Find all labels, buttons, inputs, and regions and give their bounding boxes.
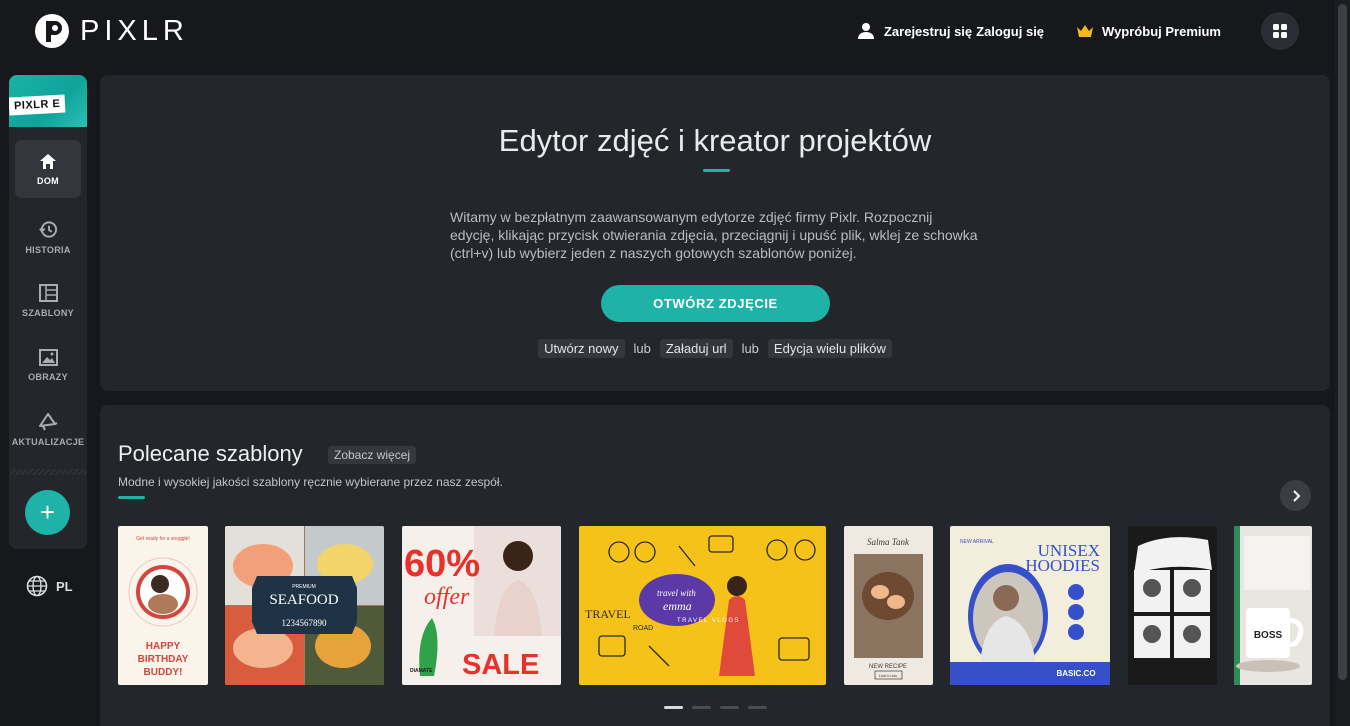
subtitle-underline	[118, 496, 145, 499]
carousel-dot[interactable]	[664, 706, 683, 709]
sidebar-item-images[interactable]: OBRAZY	[15, 336, 81, 394]
template-card-collage[interactable]	[1128, 526, 1217, 685]
svg-text:TRAVEL: TRAVEL	[585, 607, 631, 621]
load-url-link[interactable]: Załaduj url	[659, 339, 733, 358]
svg-text:ROAD: ROAD	[633, 625, 653, 632]
template-card-travel[interactable]: TRAVEL ROAD travel with emma TRAVEL VLOG…	[579, 526, 826, 685]
carousel-dot[interactable]	[720, 706, 739, 709]
template-card-seafood[interactable]: PREMIUM SEAFOOD 1234567890	[225, 526, 384, 685]
carousel-next-button[interactable]	[1280, 480, 1311, 511]
template-thumbnail: BOSS	[1234, 526, 1310, 685]
sidebar-item-templates[interactable]: SZABLONY	[15, 272, 81, 330]
template-thumbnail	[1134, 537, 1212, 658]
template-thumbnail: 60% offer SALE DIAMATE	[404, 526, 561, 681]
svg-text:PREMIUM: PREMIUM	[292, 584, 316, 590]
svg-text:1234567890: 1234567890	[282, 618, 328, 628]
carousel-pagination	[664, 706, 776, 709]
svg-text:BUDDY!: BUDDY!	[144, 667, 183, 678]
pixlr-logo[interactable]: PIXLR	[34, 13, 189, 49]
apps-grid-icon	[1273, 24, 1287, 38]
image-icon	[38, 348, 58, 366]
sidebar-item-updates[interactable]: AKTUALIZACJE	[12, 400, 84, 458]
user-icon	[857, 23, 874, 39]
sidebar-item-label: SZABLONY	[22, 308, 74, 318]
svg-text:SALE: SALE	[462, 649, 539, 681]
templates-title: Polecane szablony	[118, 441, 303, 466]
create-new-link[interactable]: Utwórz nowy	[538, 339, 625, 358]
template-card-birthday[interactable]: Get ready for a snuggle! HAPPY BIRTHDAY …	[118, 526, 208, 685]
hero-description: Witamy w bezpłatnym zaawansowanym edytor…	[450, 209, 978, 261]
add-new-button[interactable]: +	[25, 490, 70, 535]
sidebar-item-label: HISTORIA	[25, 244, 71, 255]
svg-text:NEW RECIPE: NEW RECIPE	[869, 664, 907, 670]
batch-edit-link[interactable]: Edycja wielu plików	[767, 339, 892, 358]
svg-text:BASIC.CO: BASIC.CO	[1056, 669, 1095, 678]
templates-icon	[38, 284, 58, 302]
svg-text:travel with: travel with	[657, 588, 696, 598]
premium-label: Wypróbuj Premium	[1102, 23, 1221, 39]
carousel-dot[interactable]	[692, 706, 711, 709]
plus-icon: +	[39, 497, 56, 527]
template-card-mug[interactable]: BOSS	[1234, 526, 1312, 685]
page-title: Edytor zdjęć i kreator projektów	[498, 123, 932, 158]
sidebar-divider	[9, 469, 87, 475]
scrollbar-thumb[interactable]	[1338, 4, 1347, 680]
svg-text:emma: emma	[663, 599, 692, 613]
template-thumbnail: NEW ARRIVAL UNISEX HOODIES BASIC.CO	[950, 539, 1110, 685]
apps-grid-button[interactable]	[1261, 12, 1299, 50]
app-badge[interactable]: PIXLR E	[9, 75, 87, 127]
hero-panel: Edytor zdjęć i kreator projektów Witamy …	[100, 75, 1330, 391]
template-card-recipe[interactable]: Salma Tank NEW RECIPE Link in bio	[844, 526, 933, 685]
crown-icon	[1077, 25, 1094, 37]
register-link[interactable]: Zarejestruj się	[884, 24, 972, 39]
templates-subtitle: Modne i wysokiej jakości szablony ręczni…	[118, 475, 503, 489]
svg-text:Get ready for a snuggle!: Get ready for a snuggle!	[136, 536, 190, 542]
svg-text:SEAFOOD: SEAFOOD	[269, 592, 338, 608]
home-icon	[40, 153, 56, 169]
chevron-right-icon	[1292, 489, 1300, 502]
sidebar-item-label: DOM	[37, 175, 59, 186]
or-text: lub	[741, 341, 759, 356]
svg-text:BIRTHDAY: BIRTHDAY	[138, 654, 189, 665]
template-thumbnail: Get ready for a snuggle! HAPPY BIRTHDAY …	[128, 536, 198, 678]
language-selector[interactable]: PL	[26, 575, 73, 597]
sidebar-item-label: OBRAZY	[28, 371, 68, 382]
sidebar-item-history[interactable]: HISTORIA	[15, 208, 81, 266]
template-thumbnail: PREMIUM SEAFOOD 1234567890	[225, 526, 384, 685]
svg-text:Link in bio: Link in bio	[879, 673, 898, 678]
language-label: PL	[56, 578, 73, 594]
svg-text:BOSS: BOSS	[1254, 630, 1283, 641]
template-thumbnail: Salma Tank NEW RECIPE Link in bio	[854, 537, 923, 680]
svg-text:60%: 60%	[404, 543, 480, 585]
carousel-dot[interactable]	[748, 706, 767, 709]
svg-text:TRAVEL VLOGS: TRAVEL VLOGS	[677, 618, 740, 624]
pixlr-logo-icon	[35, 14, 69, 48]
sidebar-item-label: AKTUALIZACJE	[11, 436, 85, 447]
svg-text:HAPPY: HAPPY	[146, 641, 181, 652]
template-card-hoodies[interactable]: NEW ARRIVAL UNISEX HOODIES BASIC.CO	[950, 526, 1110, 685]
try-premium-link[interactable]: Wypróbuj Premium	[1076, 24, 1221, 39]
megaphone-icon	[39, 412, 58, 430]
title-underline	[703, 169, 730, 172]
secondary-actions: Utwórz nowy lub Załaduj url lub Edycja w…	[100, 339, 1330, 358]
svg-text:offer: offer	[424, 584, 470, 610]
svg-text:HOODIES: HOODIES	[1025, 556, 1100, 575]
globe-icon	[26, 575, 48, 597]
template-card-sale[interactable]: 60% offer SALE DIAMATE	[402, 526, 561, 685]
open-image-button[interactable]: OTWÓRZ ZDJĘCIE	[601, 285, 830, 322]
login-link[interactable]: Zaloguj się	[976, 24, 1044, 39]
svg-text:Salma Tank: Salma Tank	[867, 537, 910, 547]
template-thumbnail: TRAVEL ROAD travel with emma TRAVEL VLOG…	[585, 535, 816, 676]
svg-text:NEW ARRIVAL: NEW ARRIVAL	[960, 539, 994, 545]
featured-templates-panel: Polecane szablony Zobacz więcej Modne i …	[100, 405, 1330, 726]
logo-text: PIXLR	[80, 14, 189, 47]
sidebar-item-home[interactable]: DOM	[15, 140, 81, 198]
app-badge-label: PIXLR E	[9, 94, 66, 116]
svg-text:DIAMATE: DIAMATE	[410, 668, 433, 674]
or-text: lub	[633, 341, 651, 356]
history-icon	[38, 220, 57, 238]
sidebar: PIXLR E DOM HISTORIA SZABLONY OBRAZY AKT…	[9, 75, 87, 549]
see-more-link[interactable]: Zobacz więcej	[328, 446, 417, 464]
top-bar: PIXLR Zarejestruj się Zaloguj się Wyprób…	[0, 0, 1335, 64]
